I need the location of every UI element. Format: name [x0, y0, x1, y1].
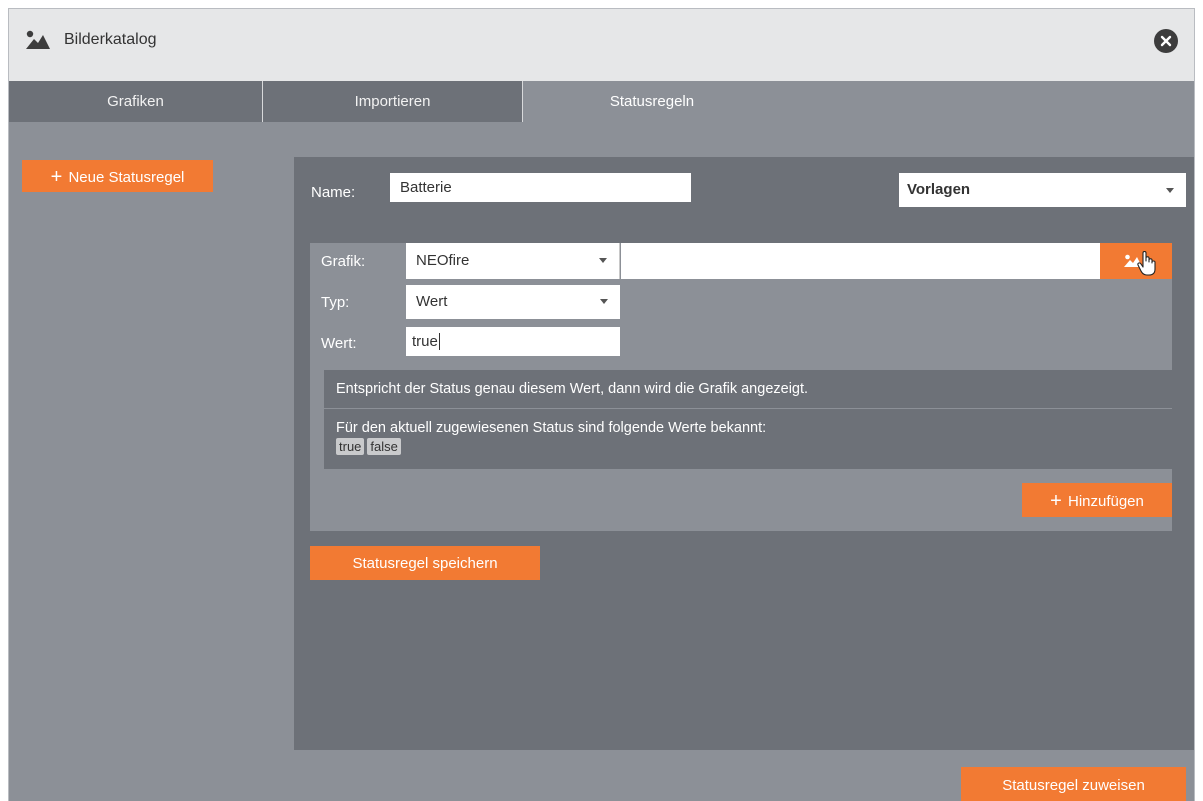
new-status-rule-label: Neue Statusregel: [68, 169, 185, 186]
known-value-tag[interactable]: false: [367, 438, 401, 455]
tab-bar: Grafiken Importieren Statusregeln: [9, 81, 1194, 122]
tab-statusregeln[interactable]: Statusregeln: [523, 81, 781, 122]
choose-image-button[interactable]: [1100, 243, 1172, 279]
title-bar: Bilderkatalog: [9, 9, 1194, 81]
typ-select-value: Wert: [416, 293, 448, 310]
plus-icon: +: [50, 166, 63, 188]
name-input-value: Batterie: [400, 179, 452, 196]
tab-grafiken[interactable]: Grafiken: [9, 81, 262, 122]
rule-editor-panel: Name: Batterie Vorlagen Grafik: NEOfire: [294, 157, 1194, 750]
chevron-down-icon: [599, 258, 607, 263]
chevron-down-icon: [1166, 188, 1174, 193]
hand-cursor-icon: [1137, 251, 1156, 276]
typ-select[interactable]: Wert: [406, 285, 620, 319]
add-button-label: Hinzufügen: [1067, 493, 1144, 510]
name-input[interactable]: Batterie: [390, 173, 691, 202]
save-rule-button[interactable]: Statusregel speichern: [310, 546, 540, 580]
grafik-label: Grafik:: [321, 253, 366, 270]
templates-select-label: Vorlagen: [907, 181, 971, 198]
rule-condition-box: Grafik: NEOfire Typ: Wert Wert: true Ent…: [310, 243, 1172, 531]
wert-input-value: true: [412, 333, 438, 350]
add-button[interactable]: + Hinzufügen: [1022, 483, 1172, 517]
known-values-box: Für den aktuell zugewiesenen Status sind…: [324, 409, 1172, 469]
typ-label: Typ:: [321, 294, 350, 311]
image-icon: [25, 30, 51, 55]
image-catalog-window: Bilderkatalog Grafiken Importieren Statu…: [8, 8, 1195, 801]
grafik-preview-field[interactable]: [621, 243, 1100, 279]
chevron-down-icon: [600, 299, 608, 304]
name-label: Name:: [311, 184, 356, 201]
wert-input[interactable]: true: [406, 327, 620, 356]
known-value-tag[interactable]: true: [336, 438, 365, 455]
grafik-select[interactable]: NEOfire: [406, 243, 620, 279]
text-caret: [438, 333, 440, 350]
assign-rule-button[interactable]: Statusregel zuweisen: [961, 767, 1186, 801]
close-button[interactable]: [1154, 29, 1178, 53]
known-values-text: Für den aktuell zugewiesenen Status sind…: [336, 420, 767, 436]
plus-icon: +: [1050, 490, 1062, 512]
new-status-rule-button[interactable]: + Neue Statusregel: [22, 160, 213, 192]
wert-label: Wert:: [321, 335, 357, 352]
grafik-select-value: NEOfire: [416, 252, 470, 269]
hint-text: Entspricht der Status genau diesem Wert,…: [324, 370, 1172, 408]
close-icon: [1160, 35, 1172, 47]
window-title: Bilderkatalog: [64, 31, 157, 48]
tab-importieren[interactable]: Importieren: [263, 81, 522, 122]
templates-select[interactable]: Vorlagen: [899, 173, 1186, 207]
